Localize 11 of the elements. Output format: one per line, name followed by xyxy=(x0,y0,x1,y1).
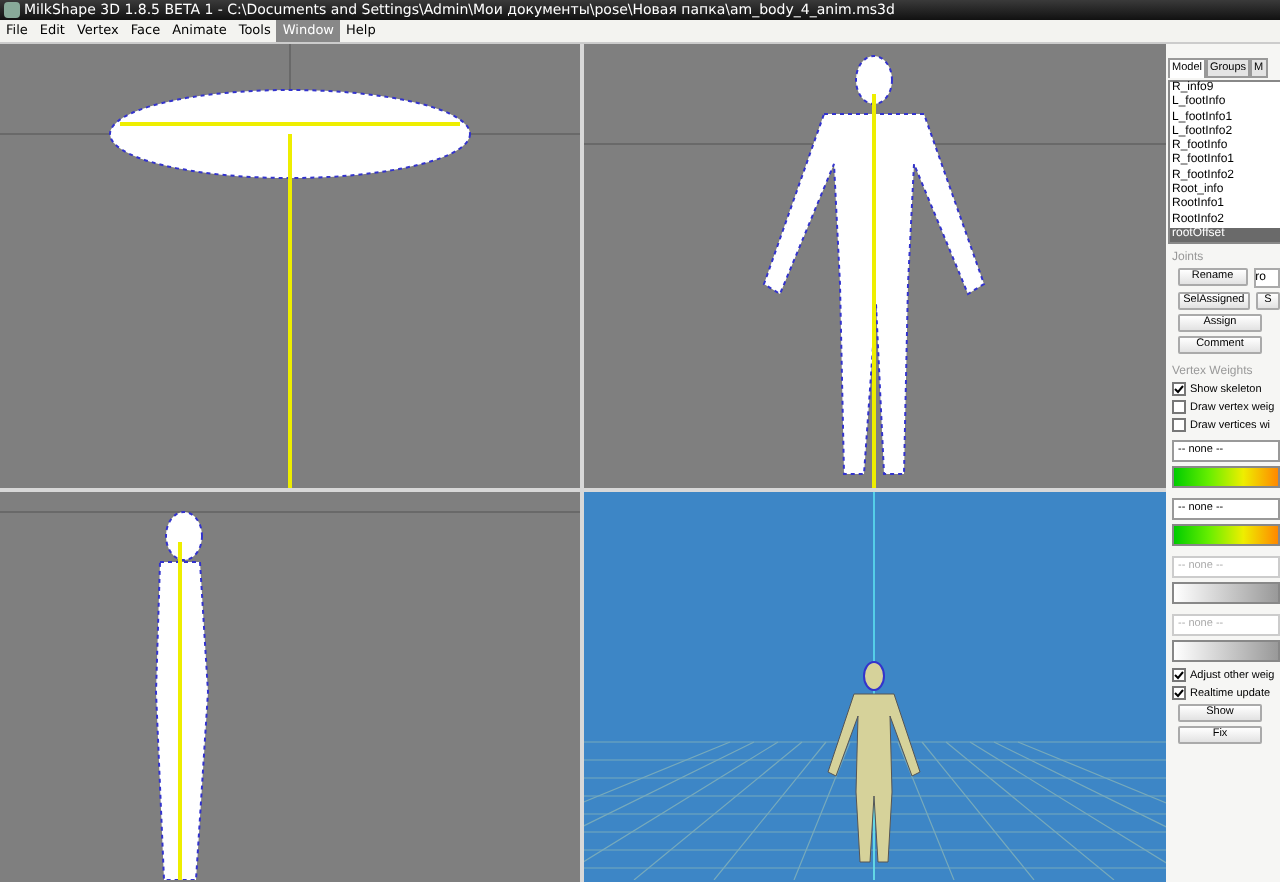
checkbox[interactable] xyxy=(1172,400,1186,415)
checkbox[interactable] xyxy=(1172,418,1186,433)
weight-gradient-bar[interactable] xyxy=(1172,524,1280,547)
viewport[interactable] xyxy=(0,44,580,488)
weight-gradient-bar[interactable] xyxy=(1172,466,1280,489)
viewport[interactable] xyxy=(584,44,1166,488)
checkbox[interactable] xyxy=(1172,668,1186,683)
checkbox[interactable] xyxy=(1172,382,1186,397)
checkbox[interactable] xyxy=(1172,686,1186,701)
viewport[interactable] xyxy=(0,492,580,882)
app-icon xyxy=(4,2,20,18)
